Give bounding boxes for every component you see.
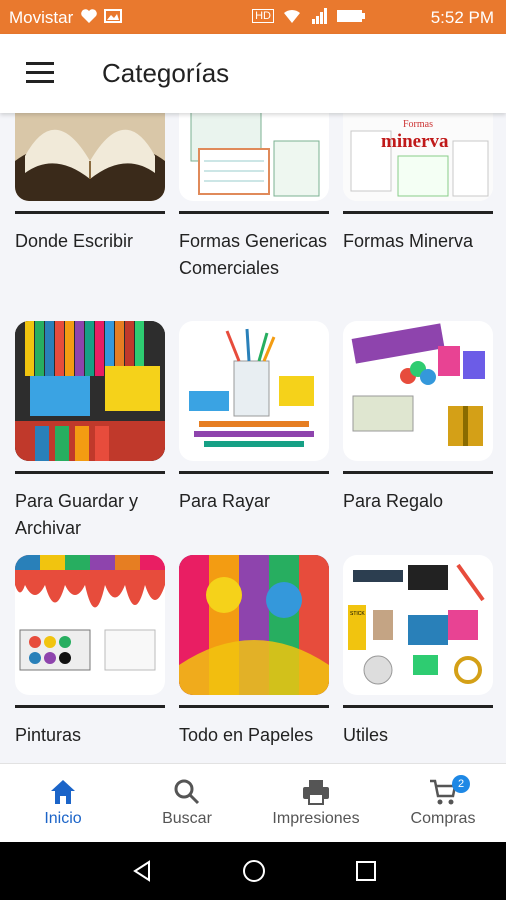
image-notification-icon	[104, 9, 122, 23]
signal-icon	[312, 8, 327, 24]
heart-notification-icon	[81, 9, 97, 23]
page-title: Categorías	[102, 58, 230, 88]
category-label: Para Rayar	[179, 491, 271, 511]
category-image-minerva: Formas minerva	[343, 113, 493, 201]
recents-icon[interactable]	[355, 860, 377, 882]
menu-icon[interactable]	[26, 62, 54, 86]
status-bar: Movistar HD 5:52 PM	[0, 0, 506, 34]
category-card-papeles[interactable]: Todo en Papeles	[179, 555, 329, 749]
cart-count-badge: 2	[452, 775, 470, 793]
wifi-icon	[284, 9, 300, 23]
category-image-supplies: STICK	[343, 555, 493, 695]
home-circle-icon[interactable]	[242, 859, 266, 883]
app-bar: Categorías	[0, 34, 506, 113]
category-card-utiles[interactable]: STICK Utiles	[343, 555, 493, 749]
category-grid[interactable]: Donde Escribir Formas Genericas Comercia…	[0, 113, 506, 763]
svg-text:minerva: minerva	[381, 131, 449, 152]
category-card-rayar[interactable]: Para Rayar	[179, 321, 329, 515]
category-label: Todo en Papeles	[179, 725, 314, 745]
bottom-nav: Inicio Buscar Impresiones Compras 2	[0, 763, 506, 843]
category-label: Pinturas	[15, 725, 82, 745]
system-nav-bar	[0, 842, 506, 900]
tab-impresiones[interactable]: Impresiones	[253, 764, 379, 843]
printer-icon	[303, 780, 329, 805]
tab-buscar[interactable]: Buscar	[124, 764, 250, 843]
search-icon	[174, 779, 200, 805]
category-image-gifts	[343, 321, 493, 461]
tab-inicio[interactable]: Inicio	[0, 764, 126, 843]
clock: 5:52 PM	[430, 8, 494, 27]
category-image-forms	[179, 113, 329, 201]
category-label: Utiles	[343, 725, 389, 745]
svg-text:STICK: STICK	[350, 611, 365, 617]
carrier-label: Movistar	[9, 8, 74, 27]
svg-text:Formas: Formas	[403, 119, 433, 130]
category-label: Para Regalo	[343, 491, 444, 511]
category-card-pinturas[interactable]: Pinturas	[15, 555, 165, 749]
category-card-formas-genericas[interactable]: Formas Genericas Comerciales	[179, 113, 329, 282]
category-label: Donde Escribir	[15, 231, 134, 251]
hd-label: HD	[252, 9, 274, 23]
category-card-regalo[interactable]: Para Regalo	[343, 321, 493, 515]
category-image-book	[15, 113, 165, 201]
category-image-paint	[15, 555, 165, 695]
category-image-binders	[15, 321, 165, 461]
tab-compras[interactable]: Compras	[380, 764, 506, 843]
back-icon[interactable]	[131, 860, 153, 882]
category-label: Para Guardar y Archivar	[15, 491, 139, 538]
category-image-pencils	[179, 321, 329, 461]
category-card-donde-escribir[interactable]: Donde Escribir	[15, 113, 165, 255]
category-image-papers	[179, 555, 329, 695]
category-card-formas-minerva[interactable]: Formas minerva Formas Minerva	[343, 113, 493, 255]
battery-icon	[337, 10, 365, 22]
home-icon	[51, 780, 75, 804]
category-card-guardar[interactable]: Para Guardar y Archivar	[15, 321, 165, 542]
category-label: Formas Minerva	[343, 231, 474, 251]
category-label: Formas Genericas Comerciales	[179, 231, 328, 278]
